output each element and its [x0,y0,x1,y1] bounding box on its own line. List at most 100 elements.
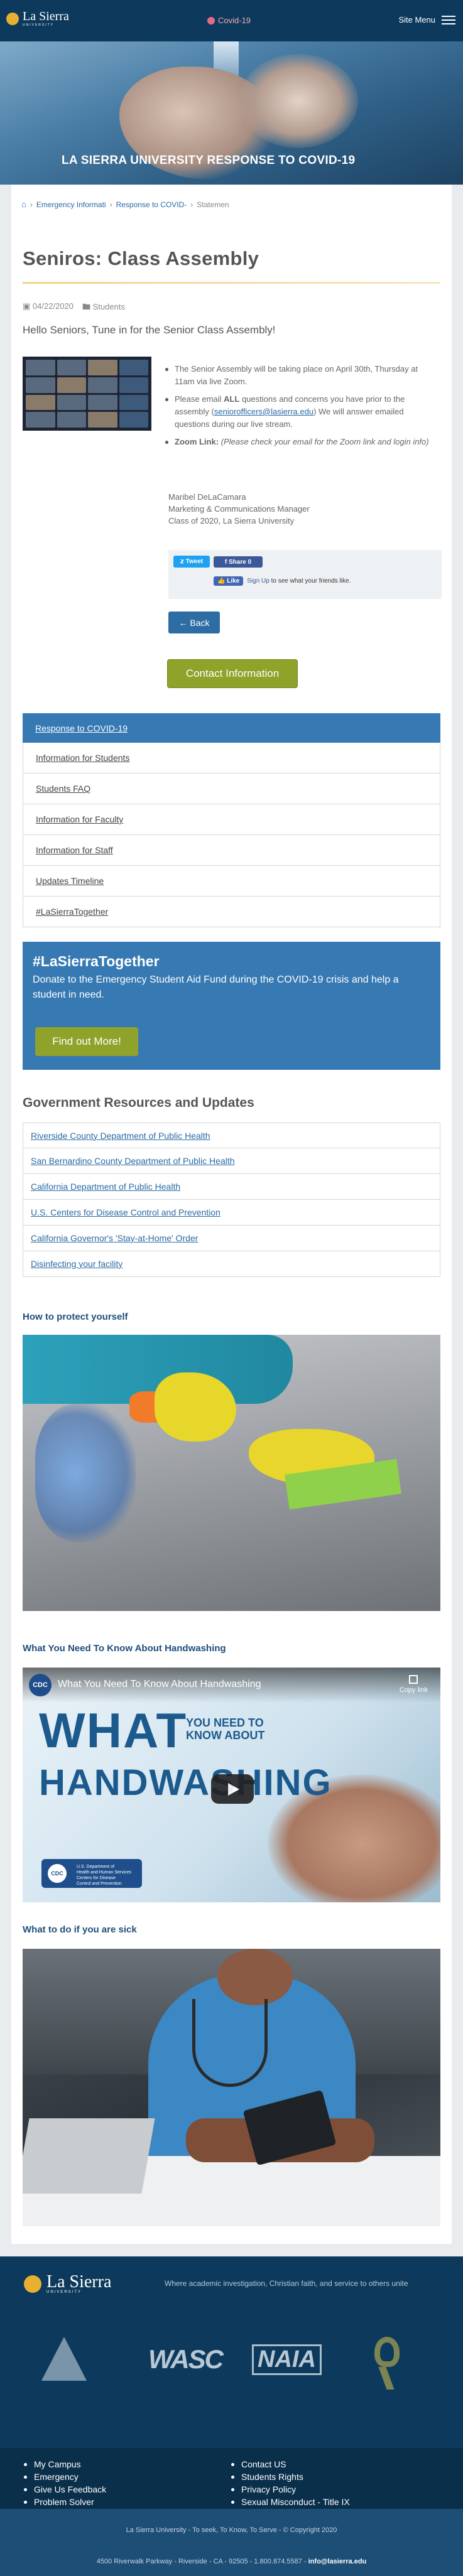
accordion-item[interactable]: Students FAQ [23,773,440,804]
signature-affiliation: Class of 2020, La Sierra University [168,516,295,525]
site-menu-label: Site Menu [398,15,435,24]
gov-link[interactable]: Disinfecting your facility [23,1251,440,1277]
footer-link[interactable]: Students Rights [230,2471,350,2483]
logo-emblem-icon [24,2275,41,2293]
footer-link[interactable]: Emergency [23,2471,106,2483]
breadcrumb: ⌂ › Emergency Informati › Response to CO… [21,200,229,209]
covid-link[interactable]: Covid-19 [207,16,251,25]
accordion-item[interactable]: Information for Faculty [23,804,440,835]
breadcrumb-separator-icon: › [190,200,193,209]
address: 4500 Riverwalk Parkway - Riverside - CA … [96,2558,367,2565]
doctor-image [23,1949,440,2226]
naia-badge: NAIA [252,2344,322,2375]
breadcrumb-item-response[interactable]: Response to COVID- [116,200,187,209]
footer-top: La Sierra UNIVERSITY Where academic inve… [0,2256,463,2448]
gov-link[interactable]: U.S. Centers for Disease Control and Pre… [23,1200,440,1226]
covid-label: Covid-19 [218,16,251,25]
donate-banner: #LaSierraTogether Donate to the Emergenc… [23,942,440,1070]
video-subtitle: YOU NEED TO KNOW ABOUT [186,1716,265,1742]
facebook-like-row: 👍 Like Sign Up to see what your friends … [214,575,351,586]
footer-link[interactable]: Sexual Misconduct - Title IX [230,2496,350,2508]
handwashing-video[interactable]: CDC What You Need To Know About Handwash… [23,1668,440,1902]
bullet-email: Please email ALL questions and concerns … [162,393,432,431]
gov-link[interactable]: California Governor's 'Stay-at-Home' Ord… [23,1226,440,1251]
copy-icon [409,1675,418,1684]
accordion-item[interactable]: #LaSierraTogether [23,897,440,927]
signature: Maribel DeLaCamara Marketing & Communica… [168,491,310,527]
copyright: La Sierra University - To seek, To Know,… [126,2526,337,2534]
folder-icon: 🖿 [82,302,91,311]
cdc-logo-icon: CDC [48,1864,67,1883]
gov-resources-list: Riverside County Department of Public He… [23,1123,440,1277]
affiliation-badges: WASC NAIA [35,2337,425,2390]
social-share-box: 𝕫 Tweet f Share 0 👍 Like Sign Up to see … [168,550,442,599]
logo-name: La Sierra [23,9,69,23]
accordion-item[interactable]: Information for Students [23,743,440,773]
signature-role: Marketing & Communications Manager [168,504,310,514]
tweet-button[interactable]: 𝕫 Tweet [173,556,210,568]
article-meta: ▣ 04/22/2020 🖿 Students [23,301,125,315]
gov-link[interactable]: Riverside County Department of Public He… [23,1123,440,1148]
find-out-more-button[interactable]: Find out More! [35,1027,138,1056]
senior-officers-email-link[interactable]: seniorofficers@lasierra.edu [214,407,313,416]
top-navigation: La Sierra UNIVERSITY Covid-19 Site Menu [0,0,463,41]
breadcrumb-separator-icon: › [30,200,33,209]
play-icon[interactable] [211,1774,254,1804]
site-menu-button[interactable]: Site Menu [398,15,455,24]
wasc-badge: WASC [148,2344,224,2374]
footer-link[interactable]: Privacy Policy [230,2483,350,2496]
contact-information-button[interactable]: Contact Information [167,659,298,688]
adventist-logo-icon [41,2337,92,2387]
hamburger-icon [442,15,455,24]
footer-links-left: My Campus Emergency Give Us Feedback Pro… [23,2448,106,2508]
facebook-like-button[interactable]: 👍 Like [214,576,244,586]
covid-accordion: Response to COVID-19 Information for Stu… [23,713,440,927]
hero-banner: LA SIERRA UNIVERSITY RESPONSE TO COVID-1… [0,41,463,185]
cdc-channel-avatar[interactable]: CDC [29,1674,52,1696]
breadcrumb-item-current: Statemen [197,200,229,209]
site-logo[interactable]: La Sierra UNIVERSITY [6,9,69,27]
accordion-header[interactable]: Response to COVID-19 [23,713,440,743]
breadcrumb-item-emergency[interactable]: Emergency Informati [36,200,106,209]
article-lead: Hello Seniors, Tune in for the Senior Cl… [23,324,276,336]
footer-bottom: La Sierra University - To seek, To Know,… [0,2509,463,2576]
logo-emblem-icon [6,13,19,25]
facebook-signup-link[interactable]: Sign Up [247,578,270,585]
footer-link[interactable]: Give Us Feedback [23,2483,106,2496]
footer-tagline: Where academic investigation, Christian … [165,2279,408,2288]
article-category[interactable]: Students [93,302,125,311]
accordion-item[interactable]: Updates Timeline [23,866,440,897]
footer-link[interactable]: Contact US [230,2458,350,2471]
bullet-assembly: The Senior Assembly will be taking place… [162,363,432,388]
content-card: ⌂ › Emergency Informati › Response to CO… [11,185,452,2244]
signature-name: Maribel DeLaCamara [168,492,246,502]
facebook-share-button[interactable]: f Share 0 [214,556,263,568]
awareness-ribbon-icon [374,2337,400,2391]
footer-link[interactable]: My Campus [23,2458,106,2471]
cleaning-image [23,1335,440,1611]
footer-logo-name: La Sierra [46,2272,112,2292]
page: La Sierra UNIVERSITY Covid-19 Site Menu … [0,0,463,2576]
footer-link[interactable]: Problem Solver [23,2496,106,2508]
article-date: 04/22/2020 [32,301,74,311]
zoom-meeting-image [23,357,151,431]
article-bullets: The Senior Assembly will be taking place… [162,363,432,453]
accordion-item[interactable]: Information for Staff [23,835,440,866]
page-title: Seniros: Class Assembly [23,247,259,269]
sick-title: What to do if you are sick [23,1924,137,1935]
breadcrumb-separator-icon: › [109,200,112,209]
back-button[interactable]: ← Back [168,612,220,633]
footer-logo[interactable]: La Sierra UNIVERSITY [24,2272,112,2294]
handwashing-title: What You Need To Know About Handwashing [23,1643,226,1654]
home-icon[interactable]: ⌂ [21,200,26,209]
gov-link[interactable]: California Department of Public Health [23,1174,440,1200]
protect-title: How to protect yourself [23,1312,128,1322]
gov-link[interactable]: San Bernardino County Department of Publ… [23,1148,440,1174]
video-word-handwashing: HANDWASHING [39,1762,332,1803]
hero-hands-2 [239,54,358,148]
footer-email-link[interactable]: info@lasierra.edu [308,2558,367,2565]
cdc-seal: CDC U.S. Department of Health and Human S… [41,1859,142,1888]
gov-resources-title: Government Resources and Updates [23,1096,254,1110]
video-title[interactable]: What You Need To Know About Handwashing [58,1679,261,1690]
copy-link-button[interactable]: Copy link [400,1675,428,1694]
